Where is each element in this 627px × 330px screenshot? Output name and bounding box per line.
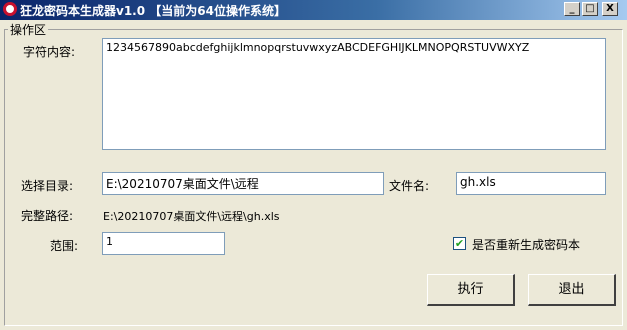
minimize-button[interactable]: _ [564, 2, 580, 16]
full-path-value: E:\20210707桌面文件\远程\gh.xls [103, 210, 280, 223]
range-label: 范围: [50, 239, 79, 253]
group-legend: 操作区 [8, 21, 49, 38]
range-input[interactable]: 1 [102, 232, 225, 255]
directory-label: 选择目录: [21, 179, 74, 193]
close-icon: X [606, 3, 614, 14]
regenerate-checkbox[interactable]: ✔ [453, 237, 466, 250]
maximize-button[interactable]: □ [582, 2, 598, 16]
regenerate-label[interactable]: 是否重新生成密码本 [472, 236, 580, 253]
directory-input[interactable]: E:\20210707桌面文件\远程 [102, 172, 384, 195]
close-button[interactable]: X [602, 2, 618, 16]
run-button[interactable]: 执行 [427, 274, 515, 306]
minimize-icon: _ [569, 3, 575, 14]
filename-label: 文件名: [389, 179, 430, 193]
app-icon [3, 2, 17, 16]
maximize-icon: □ [585, 3, 595, 14]
charset-textarea[interactable]: 1234567890abcdefghijklmnopqrstuvwxyzABCD… [102, 38, 606, 150]
charset-label: 字符内容: [23, 45, 76, 59]
exit-button[interactable]: 退出 [528, 274, 616, 306]
window-title: 狂龙密码本生成器v1.0 【当前为64位操作系统】 [20, 4, 286, 18]
title-bar: 狂龙密码本生成器v1.0 【当前为64位操作系统】 _ □ X [0, 0, 627, 20]
checkbox-check-icon: ✔ [454, 237, 465, 250]
full-path-label: 完整路径: [21, 209, 74, 223]
filename-input[interactable]: gh.xls [456, 172, 606, 195]
